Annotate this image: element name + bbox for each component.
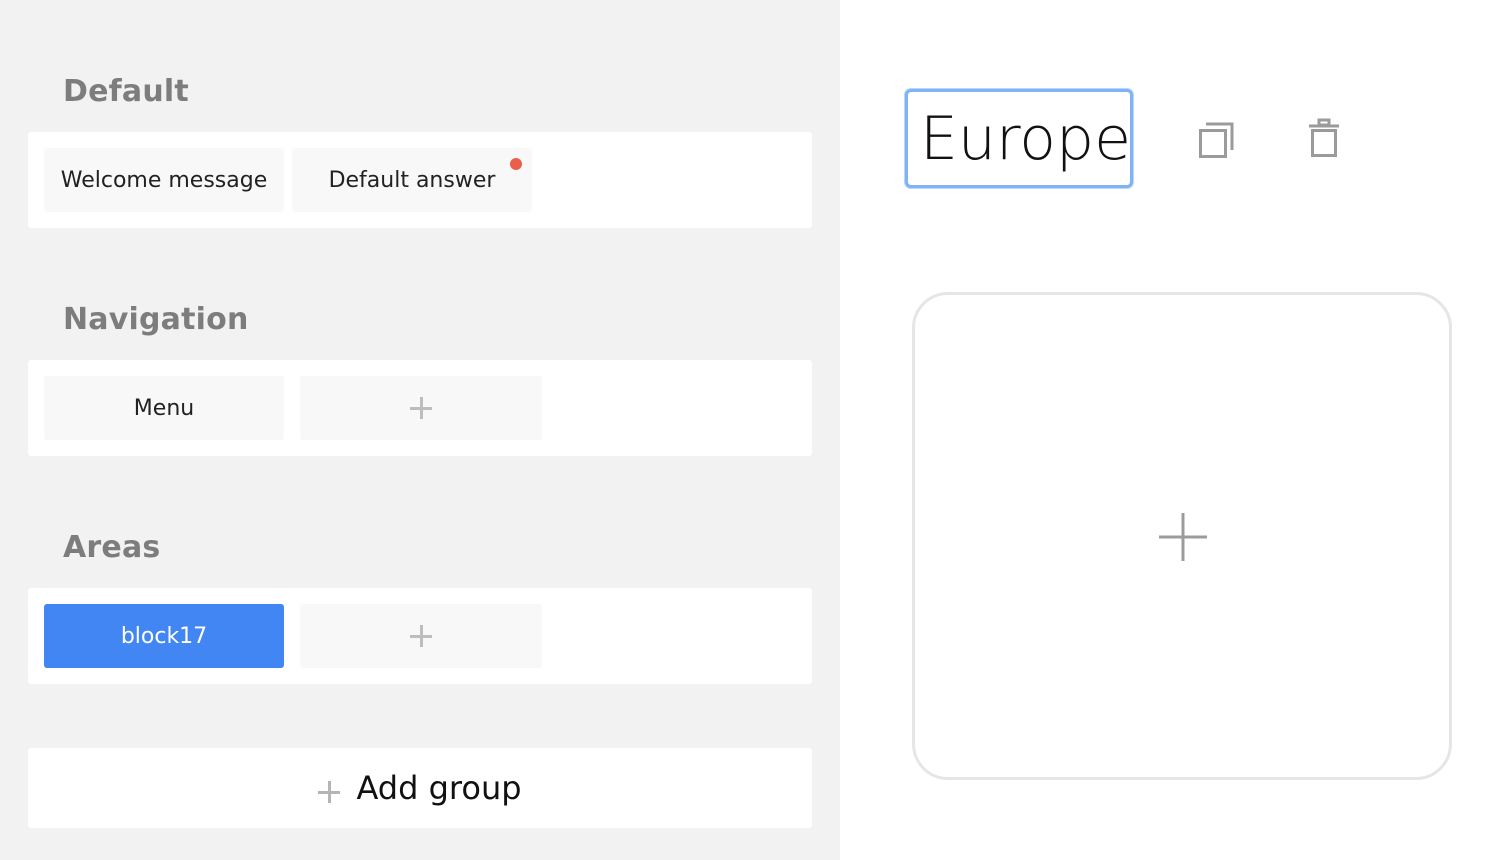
group-card-areas: block17 [28,588,812,684]
group-card-default: Welcome message Default answer [28,132,812,228]
copy-icon [1199,122,1234,158]
block-label: Menu [133,395,195,421]
add-group-label: Add group [356,769,522,807]
add-content-card[interactable] [912,292,1452,780]
plus-icon [410,625,432,647]
app-root: Default Welcome message Default answer N… [0,0,1510,860]
notification-dot-icon [510,158,522,170]
group-title-default: Default [63,74,189,109]
plus-icon [1159,513,1207,561]
delete-button[interactable] [1306,118,1346,162]
group-title-navigation: Navigation [63,302,249,337]
block-menu[interactable]: Menu [44,376,284,440]
block-label: Welcome message [60,167,268,193]
trash-icon [1309,118,1339,157]
block-welcome-message[interactable]: Welcome message [44,148,284,212]
group-card-navigation: Menu [28,360,812,456]
add-block-button[interactable] [300,604,542,668]
block-default-answer[interactable]: Default answer [292,148,532,212]
add-group-button[interactable]: Add group [28,748,812,828]
plus-icon [318,781,341,803]
block-name-input[interactable] [905,89,1133,188]
plus-icon [410,397,432,419]
block-label: block17 [120,623,208,649]
copy-button[interactable] [1197,118,1237,162]
groups-panel: Default Welcome message Default answer N… [0,0,840,860]
add-block-button[interactable] [300,376,542,440]
group-title-areas: Areas [63,530,161,565]
block-block17[interactable]: block17 [44,604,284,668]
block-label: Default answer [328,167,496,193]
